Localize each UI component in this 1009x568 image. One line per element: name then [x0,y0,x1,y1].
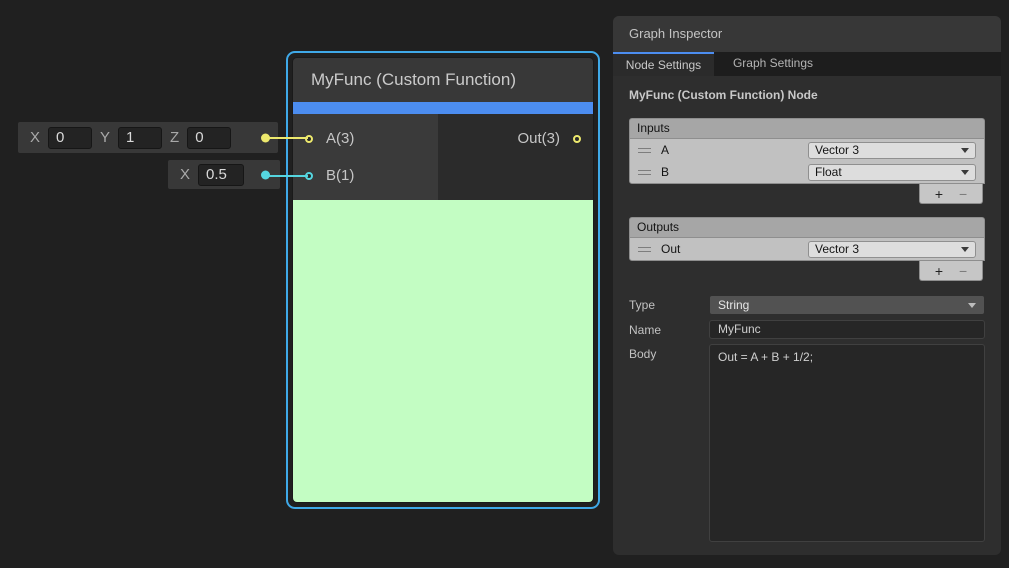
drag-handle-icon[interactable] [638,247,651,252]
outputs-list: Outputs Out Vector 3 + − [629,217,985,281]
float-x-label: X [180,166,190,183]
body-textarea[interactable]: Out = A + B + 1/2; [709,344,985,542]
outputs-list-footer-area: + − [629,261,985,281]
inputs-list-footer-area: + − [629,184,985,204]
edge-wire-float-to-b[interactable] [262,175,308,177]
inspector-title[interactable]: Graph Inspector [613,16,1001,52]
port-out-icon[interactable] [573,135,581,143]
outputs-add-button[interactable]: + [935,264,943,278]
tab-graph-settings[interactable]: Graph Settings [714,52,832,76]
outputs-remove-button[interactable]: − [959,264,967,278]
type-label: Type [629,295,709,312]
vector3-input-widget: X 0 Y 1 Z 0 [18,122,278,153]
input-b-type-value: Float [815,165,842,179]
input-b-name: B [661,165,669,179]
custom-function-node[interactable]: MyFunc (Custom Function) A(3) B(1) Out(3… [292,57,594,503]
inputs-list-header: Inputs [629,118,985,138]
body-label: Body [629,344,709,361]
vector3-x-field[interactable]: 0 [48,127,92,149]
body-property-row: Body Out = A + B + 1/2; [629,344,985,542]
list-item[interactable]: A Vector 3 [630,139,984,161]
dropdown-arrow-icon [961,148,969,153]
node-selection-outline: MyFunc (Custom Function) A(3) B(1) Out(3… [286,51,600,509]
vector3-y-field[interactable]: 1 [118,127,162,149]
graph-inspector-panel: Graph Inspector Node Settings Graph Sett… [613,16,1001,555]
dropdown-arrow-icon [968,303,976,308]
outputs-list-rows: Out Vector 3 [629,237,985,261]
output-out-type-value: Vector 3 [815,242,859,256]
edge-wire-vector3-to-a[interactable] [266,137,308,139]
float-x-field[interactable]: 0.5 [198,164,244,186]
inputs-list: Inputs A Vector 3 B Float [629,118,985,204]
node-preview [293,200,593,502]
type-value: String [718,298,749,312]
input-a-type-dropdown[interactable]: Vector 3 [808,142,976,159]
node-output-ports: Out(3) [438,114,593,200]
port-row-out: Out(3) [438,120,593,157]
vector3-z-field[interactable]: 0 [187,127,231,149]
spacer [629,204,985,217]
dropdown-arrow-icon [961,247,969,252]
output-out-name: Out [661,242,680,256]
list-item[interactable]: Out Vector 3 [630,238,984,260]
name-field[interactable]: MyFunc [709,320,985,339]
name-label: Name [629,320,709,337]
type-property-row: Type String [629,295,985,315]
port-a-label: A(3) [326,130,354,147]
list-item[interactable]: B Float [630,161,984,183]
inputs-list-rows: A Vector 3 B Float [629,138,985,184]
node-category-colorbar [293,102,593,114]
name-property-row: Name MyFunc [629,320,985,339]
tab-node-settings[interactable]: Node Settings [613,52,714,76]
outputs-list-header: Outputs [629,217,985,237]
input-a-name: A [661,143,669,157]
inspector-tab-bar: Node Settings Graph Settings [613,52,1001,76]
vector3-x-label: X [30,129,40,146]
port-out-label: Out(3) [517,130,560,147]
inputs-remove-button[interactable]: − [959,187,967,201]
input-b-type-dropdown[interactable]: Float [808,164,976,181]
drag-handle-icon[interactable] [638,170,651,175]
outputs-list-footer: + − [919,261,983,281]
port-b-label: B(1) [326,167,354,184]
node-input-ports: A(3) B(1) [293,114,438,200]
inspector-body: MyFunc (Custom Function) Node Inputs A V… [613,76,1001,555]
inputs-add-button[interactable]: + [935,187,943,201]
vector3-z-label: Z [170,129,179,146]
port-row-a: A(3) [293,120,438,157]
type-dropdown[interactable]: String [709,295,985,315]
dropdown-arrow-icon [961,170,969,175]
input-a-type-value: Vector 3 [815,143,859,157]
port-row-b: B(1) [293,157,438,194]
node-settings-heading: MyFunc (Custom Function) Node [629,88,985,102]
drag-handle-icon[interactable] [638,148,651,153]
node-title[interactable]: MyFunc (Custom Function) [293,58,593,102]
output-out-type-dropdown[interactable]: Vector 3 [808,241,976,258]
spacer [629,281,985,295]
node-ports-area: A(3) B(1) Out(3) [293,114,593,200]
vector3-y-label: Y [100,129,110,146]
inputs-list-footer: + − [919,184,983,204]
